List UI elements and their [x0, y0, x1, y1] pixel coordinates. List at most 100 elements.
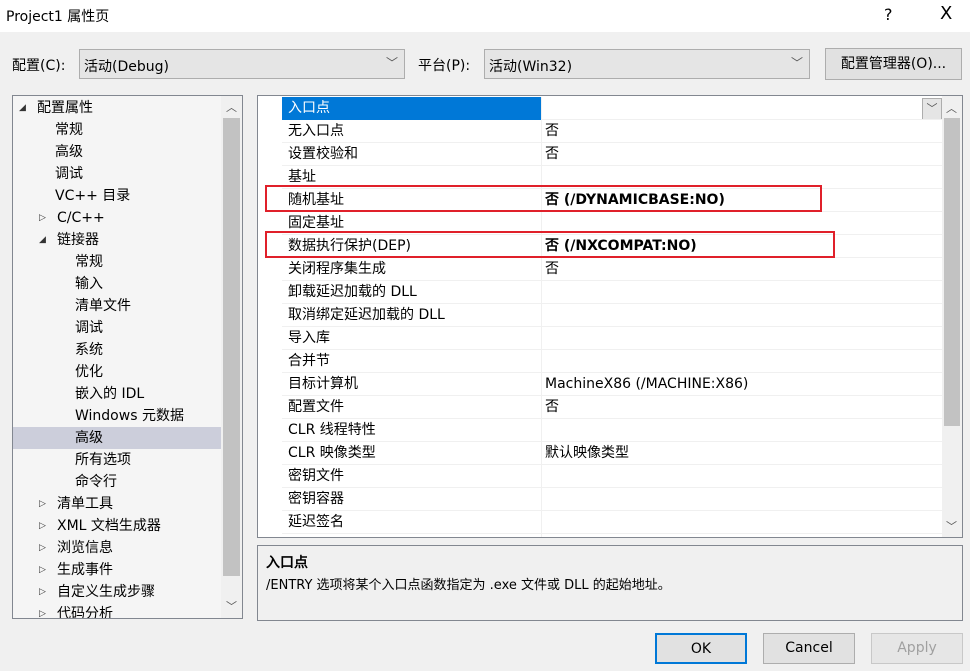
chevron-down-icon: ﹀ — [385, 56, 398, 70]
tree-item-label: 代码分析 — [57, 606, 113, 619]
property-row[interactable]: 导入库 — [282, 327, 942, 350]
expand-arrow-icon[interactable]: ▷ — [39, 537, 53, 559]
expand-arrow-icon[interactable]: ▷ — [39, 559, 53, 581]
help-button[interactable]: ? — [884, 5, 893, 24]
property-row[interactable]: 延迟签名 — [282, 511, 942, 534]
scroll-down-icon[interactable]: ﹀ — [226, 598, 237, 614]
property-value[interactable]: MachineX86 (/MACHINE:X86) — [545, 373, 748, 395]
property-row[interactable]: 无入口点 否 — [282, 120, 942, 143]
property-row[interactable]: 取消绑定延迟加载的 DLL — [282, 304, 942, 327]
grid-scrollbar[interactable]: ︿ ﹀ — [942, 96, 962, 537]
property-row[interactable]: 卸载延迟加载的 DLL — [282, 281, 942, 304]
property-name: 密钥容器 — [288, 491, 344, 507]
tree-item[interactable]: ▷ 生成事件 — [13, 559, 221, 581]
tree-item[interactable]: 优化 — [13, 361, 221, 383]
platform-select[interactable]: 活动(Win32) ﹀ — [484, 49, 810, 79]
tree-item-label: 嵌入的 IDL — [75, 386, 145, 402]
tree-item-label: 命令行 — [75, 474, 117, 490]
tree-item[interactable]: ▷ XML 文档生成器 — [13, 515, 221, 537]
property-row[interactable]: 关闭程序集生成 否 — [282, 258, 942, 281]
expand-arrow-icon[interactable]: ▷ — [39, 493, 53, 515]
property-name: 延迟签名 — [288, 514, 344, 530]
cancel-button[interactable]: Cancel — [763, 633, 855, 664]
scrollbar-thumb[interactable] — [223, 118, 240, 576]
tree-item[interactable]: 输入 — [13, 273, 221, 295]
property-grid[interactable]: ﹀ ︿ ﹀ 入口点 无入口点否设置校验和否基址 随机基址否 (/DYNAMICBAS… — [257, 95, 963, 538]
tree-item[interactable]: ▷ C/C++ — [13, 207, 221, 229]
tree-item[interactable]: 常规 — [13, 251, 221, 273]
expand-arrow-icon[interactable]: ▷ — [39, 515, 53, 537]
tree-item[interactable]: 命令行 — [13, 471, 221, 493]
tree-item[interactable]: 清单文件 — [13, 295, 221, 317]
property-name: 关闭程序集生成 — [288, 261, 386, 277]
property-row[interactable]: 配置文件 否 — [282, 396, 942, 419]
property-name: CLR 非托管代码检查 — [288, 534, 418, 537]
ok-button[interactable]: OK — [655, 633, 747, 664]
tree-item[interactable]: 调试 — [13, 317, 221, 339]
expand-arrow-icon[interactable]: ▷ — [39, 207, 53, 229]
property-row[interactable]: 目标计算机 MachineX86 (/MACHINE:X86) — [282, 373, 942, 396]
property-row[interactable]: CLR 非托管代码检查 — [282, 534, 942, 537]
property-name: CLR 映像类型 — [288, 445, 376, 461]
config-select[interactable]: 活动(Debug) ﹀ — [79, 49, 405, 79]
scrollbar-thumb[interactable] — [944, 118, 960, 426]
tree-item-label: 配置属性 — [37, 100, 93, 116]
tree-item[interactable]: ▷ 浏览信息 — [13, 537, 221, 559]
tree-item-label: 常规 — [75, 254, 103, 270]
tree-item[interactable]: 嵌入的 IDL — [13, 383, 221, 405]
config-value: 活动(Debug) — [84, 59, 169, 75]
expand-arrow-icon[interactable]: ▷ — [39, 581, 53, 603]
property-row[interactable]: CLR 映像类型 默认映像类型 — [282, 442, 942, 465]
description-title: 入口点 — [266, 555, 308, 571]
description-text: /ENTRY 选项将某个入口点函数指定为 .exe 文件或 DLL 的起始地址。 — [266, 578, 671, 593]
tree-item[interactable]: 常规 — [13, 119, 221, 141]
tree-item-label: 输入 — [75, 276, 103, 292]
config-manager-button[interactable]: 配置管理器(O)... — [825, 48, 962, 80]
apply-button[interactable]: Apply — [871, 633, 963, 664]
property-name: 密钥文件 — [288, 468, 344, 484]
category-tree[interactable]: ◢ 配置属性 常规 高级 调试 VC++ 目录 ▷ C/C++ ◢ 链接器 常规 输入 清单文件 调试 系统… — [12, 95, 243, 619]
property-row[interactable]: 入口点 — [282, 97, 942, 120]
tree-item[interactable]: 所有选项 — [13, 449, 221, 471]
collapse-arrow-icon[interactable]: ◢ — [39, 229, 53, 251]
tree-scrollbar[interactable]: ︿ ﹀ — [221, 96, 242, 618]
tree-item[interactable]: ▷ 代码分析 — [13, 603, 221, 619]
tree-item-label: 清单工具 — [57, 496, 113, 512]
platform-label: 平台(P): — [418, 58, 471, 74]
property-row[interactable]: 合并节 — [282, 350, 942, 373]
tree-item-label: 优化 — [75, 364, 103, 380]
tree-item-label: 调试 — [55, 166, 83, 182]
tree-item-label: 系统 — [75, 342, 103, 358]
tree-item[interactable]: 高级 — [13, 141, 221, 163]
property-name: 目标计算机 — [288, 376, 358, 392]
tree-item[interactable]: ▷ 清单工具 — [13, 493, 221, 515]
property-value[interactable]: 否 — [545, 258, 559, 280]
collapse-arrow-icon[interactable]: ◢ — [19, 97, 33, 119]
expand-arrow-icon[interactable]: ▷ — [39, 603, 53, 618]
property-row[interactable]: 密钥文件 — [282, 465, 942, 488]
scroll-down-icon[interactable]: ﹀ — [946, 518, 957, 534]
close-button[interactable]: X — [940, 3, 952, 24]
tree-item[interactable]: 调试 — [13, 163, 221, 185]
property-value[interactable]: 否 — [545, 120, 559, 142]
tree-item[interactable]: 高级 — [13, 427, 221, 449]
scroll-up-icon[interactable]: ︿ — [226, 99, 237, 115]
tree-item[interactable]: VC++ 目录 — [13, 185, 221, 207]
tree-item[interactable]: 系统 — [13, 339, 221, 361]
window-title: Project1 属性页 — [6, 9, 110, 25]
property-row[interactable]: 设置校验和 否 — [282, 143, 942, 166]
property-value[interactable]: 否 — [545, 396, 559, 418]
property-name: 取消绑定延迟加载的 DLL — [288, 307, 445, 323]
property-row[interactable]: CLR 线程特性 — [282, 419, 942, 442]
property-value[interactable]: 否 — [545, 143, 559, 165]
tree-item[interactable]: Windows 元数据 — [13, 405, 221, 427]
property-value[interactable]: 默认映像类型 — [545, 442, 629, 464]
tree-item[interactable]: ◢ 链接器 — [13, 229, 221, 251]
scroll-up-icon[interactable]: ︿ — [946, 100, 957, 116]
property-name: 设置校验和 — [288, 146, 358, 162]
tree-item-label: 调试 — [75, 320, 103, 336]
tree-item[interactable]: ◢ 配置属性 — [13, 97, 221, 119]
tree-item[interactable]: ▷ 自定义生成步骤 — [13, 581, 221, 603]
property-name: 卸载延迟加载的 DLL — [288, 284, 417, 300]
property-row[interactable]: 密钥容器 — [282, 488, 942, 511]
